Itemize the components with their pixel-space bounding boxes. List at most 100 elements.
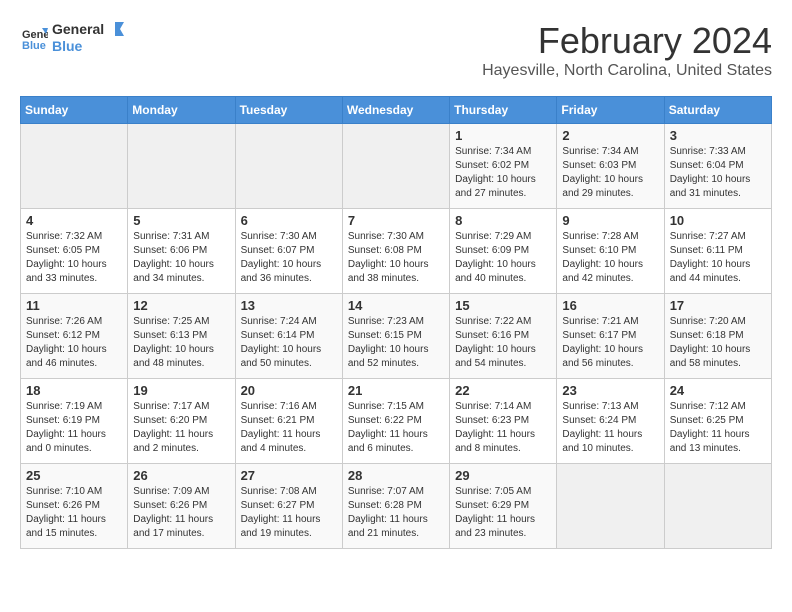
- calendar-cell: 21Sunrise: 7:15 AM Sunset: 6:22 PM Dayli…: [342, 379, 449, 464]
- day-number: 17: [670, 298, 766, 313]
- day-info: Sunrise: 7:13 AM Sunset: 6:24 PM Dayligh…: [562, 400, 658, 456]
- day-number: 13: [241, 298, 337, 313]
- day-info: Sunrise: 7:21 AM Sunset: 6:17 PM Dayligh…: [562, 315, 658, 371]
- day-info: Sunrise: 7:05 AM Sunset: 6:29 PM Dayligh…: [455, 485, 551, 541]
- column-header-wednesday: Wednesday: [342, 97, 449, 124]
- calendar-cell: 29 Sunrise: 7:05 AM Sunset: 6:29 PM Dayli…: [450, 464, 557, 549]
- day-number: 16: [562, 298, 658, 313]
- day-info: Sunrise: 7:33 AM Sunset: 6:04 PM Dayligh…: [670, 145, 766, 201]
- calendar-week-row: 1 Sunrise: 7:34 AM Sunset: 6:02 PM Daylig…: [21, 124, 772, 209]
- day-info: Sunrise: 7:08 AM Sunset: 6:27 PM Dayligh…: [241, 485, 337, 541]
- day-info: Sunrise: 7:12 AM Sunset: 6:25 PM Dayligh…: [670, 400, 766, 456]
- calendar-cell: 27 Sunrise: 7:08 AM Sunset: 6:27 PM Dayli…: [235, 464, 342, 549]
- calendar-table: SundayMondayTuesdayWednesdayThursdayFrid…: [20, 96, 772, 549]
- calendar-cell: 24 Sunrise: 7:12 AM Sunset: 6:25 PM Dayli…: [664, 379, 771, 464]
- day-number: 15: [455, 298, 551, 313]
- day-number: 26: [133, 468, 229, 483]
- column-header-friday: Friday: [557, 97, 664, 124]
- day-info: Sunrise: 7:27 AM Sunset: 6:11 PM Dayligh…: [670, 230, 766, 286]
- logo-icon: General Blue: [20, 24, 48, 52]
- calendar-cell: 12Sunrise: 7:25 AM Sunset: 6:13 PM Dayli…: [128, 294, 235, 379]
- day-number: 12: [133, 298, 229, 313]
- logo: General Blue General Blue: [20, 20, 124, 56]
- logo-general-text: General: [52, 21, 104, 37]
- calendar-week-row: 11 Sunrise: 7:26 AM Sunset: 6:12 PM Dayli…: [21, 294, 772, 379]
- calendar-cell: 5 Sunrise: 7:31 AM Sunset: 6:06 PM Daylig…: [128, 209, 235, 294]
- day-info: Sunrise: 7:22 AM Sunset: 6:16 PM Dayligh…: [455, 315, 551, 371]
- calendar-cell: 15 Sunrise: 7:22 AM Sunset: 6:16 PM Dayli…: [450, 294, 557, 379]
- day-info: Sunrise: 7:17 AM Sunset: 6:20 PM Dayligh…: [133, 400, 229, 456]
- day-number: 28: [348, 468, 444, 483]
- calendar-cell: 3 Sunrise: 7:33 AM Sunset: 6:04 PM Daylig…: [664, 124, 771, 209]
- day-info: Sunrise: 7:07 AM Sunset: 6:28 PM Dayligh…: [348, 485, 444, 541]
- calendar-cell: 13 Sunrise: 7:24 AM Sunset: 6:14 PM Dayli…: [235, 294, 342, 379]
- calendar-cell: 6 Sunrise: 7:30 AM Sunset: 6:07 PM Daylig…: [235, 209, 342, 294]
- calendar-week-row: 18Sunrise: 7:19 AM Sunset: 6:19 PM Dayli…: [21, 379, 772, 464]
- day-info: Sunrise: 7:09 AM Sunset: 6:26 PM Dayligh…: [133, 485, 229, 541]
- calendar-cell: 1 Sunrise: 7:34 AM Sunset: 6:02 PM Daylig…: [450, 124, 557, 209]
- day-number: 22: [455, 383, 551, 398]
- calendar-cell: 18Sunrise: 7:19 AM Sunset: 6:19 PM Dayli…: [21, 379, 128, 464]
- calendar-cell: 4Sunrise: 7:32 AM Sunset: 6:05 PM Daylig…: [21, 209, 128, 294]
- day-info: Sunrise: 7:10 AM Sunset: 6:26 PM Dayligh…: [26, 485, 122, 541]
- location-title: Hayesville, North Carolina, United State…: [482, 62, 772, 80]
- day-info: Sunrise: 7:34 AM Sunset: 6:03 PM Dayligh…: [562, 145, 658, 201]
- day-info: Sunrise: 7:26 AM Sunset: 6:12 PM Dayligh…: [26, 315, 122, 371]
- day-number: 27: [241, 468, 337, 483]
- calendar-week-row: 4Sunrise: 7:32 AM Sunset: 6:05 PM Daylig…: [21, 209, 772, 294]
- logo-flag-icon: [106, 20, 124, 38]
- calendar-cell: 11 Sunrise: 7:26 AM Sunset: 6:12 PM Dayli…: [21, 294, 128, 379]
- day-number: 24: [670, 383, 766, 398]
- month-title: February 2024: [482, 20, 772, 62]
- column-header-saturday: Saturday: [664, 97, 771, 124]
- calendar-cell: [342, 124, 449, 209]
- day-info: Sunrise: 7:14 AM Sunset: 6:23 PM Dayligh…: [455, 400, 551, 456]
- calendar-cell: 23Sunrise: 7:13 AM Sunset: 6:24 PM Dayli…: [557, 379, 664, 464]
- column-header-thursday: Thursday: [450, 97, 557, 124]
- calendar-cell: 26 Sunrise: 7:09 AM Sunset: 6:26 PM Dayli…: [128, 464, 235, 549]
- day-number: 4: [26, 213, 122, 228]
- calendar-cell: 19 Sunrise: 7:17 AM Sunset: 6:20 PM Dayli…: [128, 379, 235, 464]
- calendar-cell: 28 Sunrise: 7:07 AM Sunset: 6:28 PM Dayli…: [342, 464, 449, 549]
- day-number: 5: [133, 213, 229, 228]
- day-info: Sunrise: 7:30 AM Sunset: 6:08 PM Dayligh…: [348, 230, 444, 286]
- day-info: Sunrise: 7:34 AM Sunset: 6:02 PM Dayligh…: [455, 145, 551, 201]
- day-info: Sunrise: 7:30 AM Sunset: 6:07 PM Dayligh…: [241, 230, 337, 286]
- title-area: February 2024 Hayesville, North Carolina…: [482, 20, 772, 80]
- day-number: 19: [133, 383, 229, 398]
- day-number: 2: [562, 128, 658, 143]
- day-info: Sunrise: 7:29 AM Sunset: 6:09 PM Dayligh…: [455, 230, 551, 286]
- calendar-cell: 20 Sunrise: 7:16 AM Sunset: 6:21 PM Dayli…: [235, 379, 342, 464]
- header: General Blue General Blue February 2024 …: [20, 20, 772, 80]
- calendar-cell: 8Sunrise: 7:29 AM Sunset: 6:09 PM Daylig…: [450, 209, 557, 294]
- calendar-cell: 14Sunrise: 7:23 AM Sunset: 6:15 PM Dayli…: [342, 294, 449, 379]
- day-info: Sunrise: 7:15 AM Sunset: 6:22 PM Dayligh…: [348, 400, 444, 456]
- calendar-cell: [21, 124, 128, 209]
- calendar-cell: 25Sunrise: 7:10 AM Sunset: 6:26 PM Dayli…: [21, 464, 128, 549]
- day-number: 1: [455, 128, 551, 143]
- day-number: 3: [670, 128, 766, 143]
- day-info: Sunrise: 7:19 AM Sunset: 6:19 PM Dayligh…: [26, 400, 122, 456]
- svg-text:Blue: Blue: [22, 40, 46, 52]
- calendar-cell: [557, 464, 664, 549]
- day-info: Sunrise: 7:24 AM Sunset: 6:14 PM Dayligh…: [241, 315, 337, 371]
- day-number: 29: [455, 468, 551, 483]
- day-number: 9: [562, 213, 658, 228]
- calendar-cell: 7Sunrise: 7:30 AM Sunset: 6:08 PM Daylig…: [342, 209, 449, 294]
- calendar-cell: 2 Sunrise: 7:34 AM Sunset: 6:03 PM Daylig…: [557, 124, 664, 209]
- column-header-sunday: Sunday: [21, 97, 128, 124]
- day-info: Sunrise: 7:31 AM Sunset: 6:06 PM Dayligh…: [133, 230, 229, 286]
- day-number: 6: [241, 213, 337, 228]
- logo-blue-text: Blue: [52, 38, 82, 54]
- calendar-header-row: SundayMondayTuesdayWednesdayThursdayFrid…: [21, 97, 772, 124]
- day-number: 20: [241, 383, 337, 398]
- day-number: 14: [348, 298, 444, 313]
- calendar-week-row: 25Sunrise: 7:10 AM Sunset: 6:26 PM Dayli…: [21, 464, 772, 549]
- day-info: Sunrise: 7:16 AM Sunset: 6:21 PM Dayligh…: [241, 400, 337, 456]
- day-number: 10: [670, 213, 766, 228]
- calendar-cell: [664, 464, 771, 549]
- calendar-cell: [235, 124, 342, 209]
- calendar-cell: 17Sunrise: 7:20 AM Sunset: 6:18 PM Dayli…: [664, 294, 771, 379]
- calendar-cell: [128, 124, 235, 209]
- day-number: 11: [26, 298, 122, 313]
